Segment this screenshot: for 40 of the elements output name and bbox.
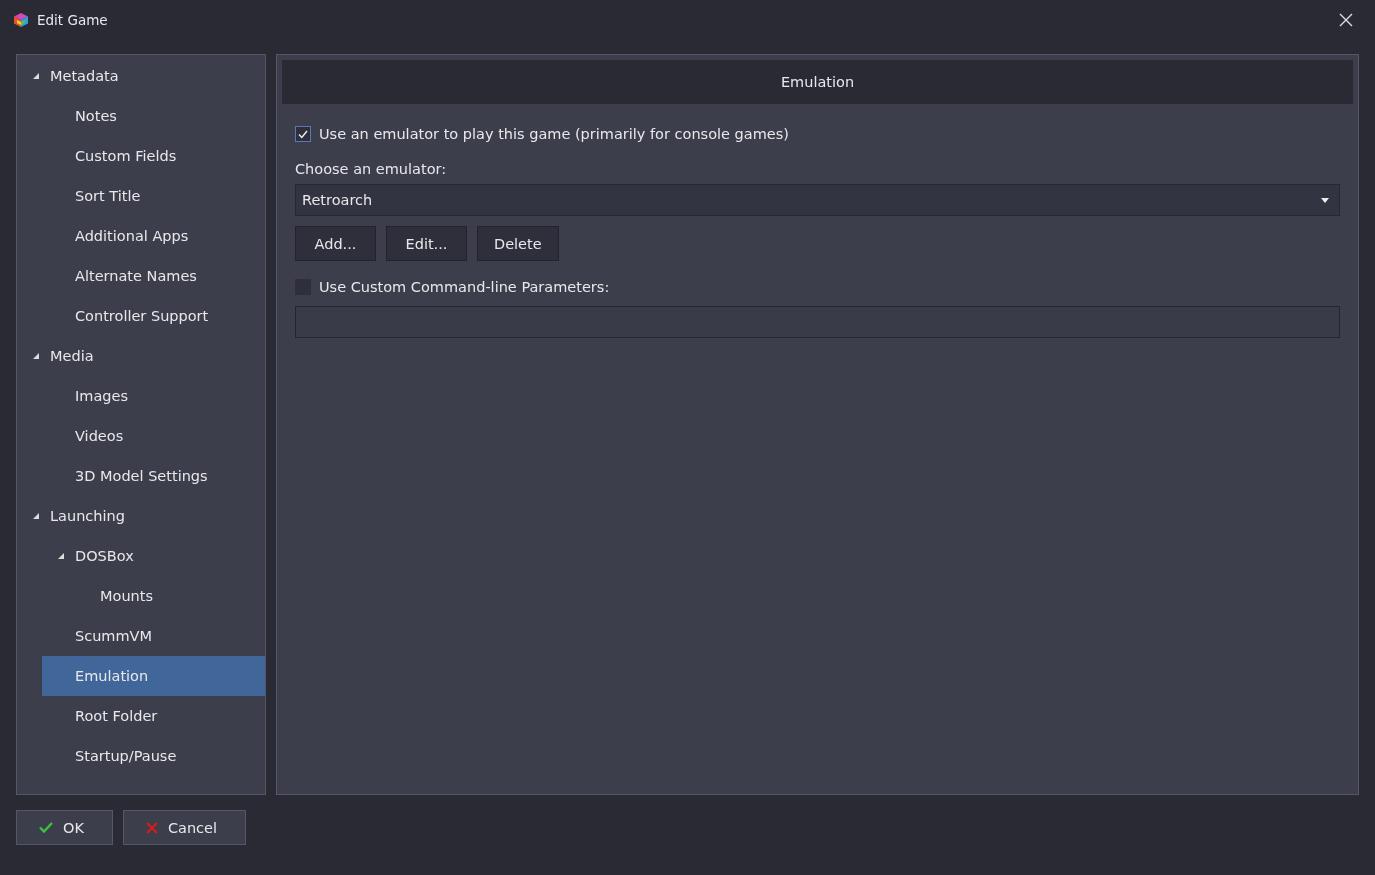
caret-icon — [1321, 197, 1329, 203]
expanded-triangle-icon[interactable] — [58, 553, 64, 559]
checkbox-label: Use an emulator to play this game (primarily for console games) — [319, 126, 789, 142]
cancel-button[interactable]: Cancel — [122, 810, 247, 845]
window-title: Edit Game — [37, 12, 108, 28]
action-button[interactable]: Add... — [295, 226, 376, 261]
tree-item[interactable]: Videos — [42, 416, 265, 456]
cube-icon — [13, 12, 29, 28]
checkbox[interactable] — [295, 126, 311, 142]
ok-button[interactable]: OK — [16, 810, 113, 845]
checkbox-label: Use Custom Command-line Parameters: — [319, 279, 610, 295]
tree-item[interactable]: Media — [17, 336, 265, 376]
close-icon[interactable] — [1339, 13, 1353, 27]
parameters-input-field[interactable] — [295, 306, 1340, 338]
tree-item[interactable]: 3D Model Settings — [42, 456, 265, 496]
tree-item[interactable]: Notes — [42, 96, 265, 136]
section-header: Emulation — [282, 60, 1353, 104]
tree-item[interactable]: Metadata — [17, 56, 265, 96]
tree-item[interactable]: Alternate Names — [42, 256, 265, 296]
cross-icon — [145, 821, 158, 834]
tree-item[interactable]: Additional Apps — [42, 216, 265, 256]
expanded-triangle-icon[interactable] — [33, 353, 39, 359]
tree-item[interactable]: Controller Support — [42, 296, 265, 336]
check-icon — [39, 822, 53, 833]
field-label: Choose an emulator: — [295, 160, 448, 179]
emulator-dropdown[interactable]: Retroarch — [295, 184, 1340, 216]
tree-item[interactable]: Emulation — [42, 656, 265, 696]
tree-item[interactable]: ScummVM — [42, 616, 265, 656]
action-button[interactable]: Edit... — [386, 226, 467, 261]
tree-item[interactable]: Startup/Pause — [42, 736, 265, 776]
tree-item[interactable]: Launching — [17, 496, 265, 536]
tree-item[interactable]: Mounts — [67, 576, 265, 616]
tree-item[interactable]: Root Folder — [42, 696, 265, 736]
tree-item[interactable]: Images — [42, 376, 265, 416]
tree-item[interactable]: DOSBox — [42, 536, 265, 576]
action-button[interactable]: Delete — [477, 226, 559, 261]
expanded-triangle-icon[interactable] — [33, 513, 39, 519]
tree-item[interactable]: Sort Title — [42, 176, 265, 216]
expanded-triangle-icon[interactable] — [33, 73, 39, 79]
tree-item[interactable]: Custom Fields — [42, 136, 265, 176]
